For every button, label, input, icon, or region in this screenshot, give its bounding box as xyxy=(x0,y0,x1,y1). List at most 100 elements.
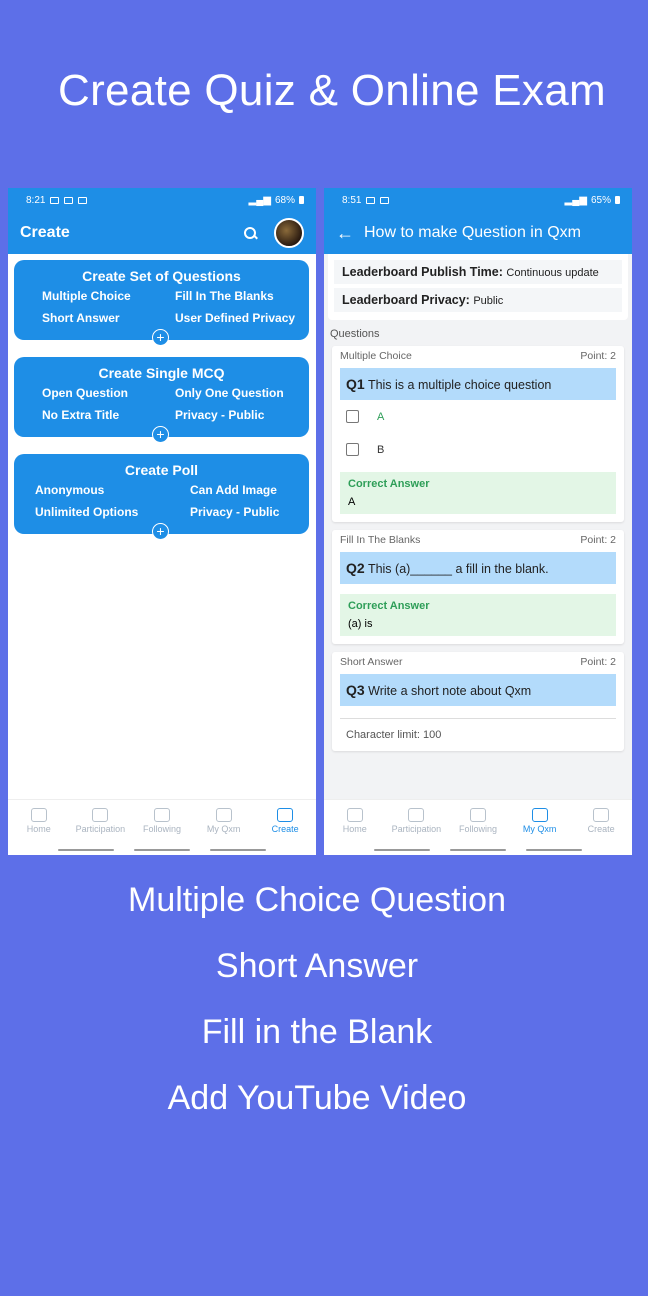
edit-icon xyxy=(593,808,610,822)
status-time: 8:51 xyxy=(342,194,362,206)
nav-create[interactable]: Create xyxy=(571,800,631,843)
card-feature: Anonymous xyxy=(35,483,105,497)
option-row[interactable]: A xyxy=(340,400,616,429)
info-value: Public xyxy=(473,295,504,307)
participation-icon xyxy=(408,808,425,822)
questions-label: Questions xyxy=(330,328,380,340)
nav-label: Following xyxy=(142,824,181,834)
battery-percent: 68% xyxy=(274,194,295,206)
create-screen: 8:21 ▂▄▆ 68% Create Create Set of Questi… xyxy=(8,188,316,855)
card-feature: Unlimited Options xyxy=(35,505,139,519)
create-single-mcq-card[interactable]: Create Single MCQ Open Question Only One… xyxy=(14,357,309,443)
following-icon xyxy=(153,808,170,822)
nav-label: Participation xyxy=(75,824,126,834)
question-card: Short Answer Point: 2 Q3 Write a short n… xyxy=(332,652,624,751)
plus-icon[interactable]: + xyxy=(152,329,169,346)
bottom-nav: Home Participation Following My Qxm Crea… xyxy=(324,799,632,843)
question-point: Point: 2 xyxy=(580,534,616,546)
checkbox[interactable] xyxy=(346,410,359,423)
nav-create[interactable]: Create xyxy=(255,800,315,843)
notification-icon xyxy=(380,196,390,204)
create-poll-card[interactable]: Create Poll Anonymous Can Add Image Unli… xyxy=(14,454,309,540)
back-arrow-icon[interactable]: ← xyxy=(336,223,354,244)
option-row[interactable]: B xyxy=(340,429,616,462)
headline: Create Quiz & Online Exam xyxy=(58,66,606,115)
info-label: Leaderboard Privacy: xyxy=(342,293,470,307)
layers-icon xyxy=(215,808,232,822)
question-number: Q3 xyxy=(346,682,365,698)
nav-label: Create xyxy=(271,824,299,834)
participation-icon xyxy=(92,808,109,822)
edit-icon xyxy=(277,808,294,822)
nav-my-qxm[interactable]: My Qxm xyxy=(510,800,570,843)
signal-icon: ▂▄▆ xyxy=(248,194,271,206)
card-feature: Short Answer xyxy=(42,311,120,325)
status-bar: 8:51 ▂▄▆ 65% xyxy=(324,188,632,212)
card-feature: Multiple Choice xyxy=(42,289,131,303)
info-row: Leaderboard Publish Time: Continuous upd… xyxy=(334,260,622,284)
nav-label: Participation xyxy=(391,824,442,834)
question-detail-screen: 8:51 ▂▄▆ 65% ← How to make Question in Q… xyxy=(324,188,632,855)
bottom-nav: Home Participation Following My Qxm Crea… xyxy=(8,799,316,843)
feature-item: Multiple Choice Question xyxy=(128,881,506,919)
layers-icon xyxy=(531,808,548,822)
nav-label: My Qxm xyxy=(522,824,557,834)
feature-item: Short Answer xyxy=(215,947,419,985)
nav-label: Home xyxy=(342,824,367,834)
notification-icon xyxy=(50,196,60,204)
nav-following[interactable]: Following xyxy=(448,800,508,843)
info-row: Leaderboard Privacy: Public xyxy=(334,288,622,312)
nav-label: Create xyxy=(587,824,615,834)
status-bar: 8:21 ▂▄▆ 68% xyxy=(8,188,316,212)
checkbox[interactable] xyxy=(346,443,359,456)
question-card: Multiple Choice Point: 2 Q1 This is a mu… xyxy=(332,346,624,522)
plus-icon[interactable]: + xyxy=(152,523,169,540)
page-title: Create xyxy=(20,224,70,241)
feature-list: Multiple Choice Question Short Answer Fi… xyxy=(0,880,634,1144)
battery-icon xyxy=(299,196,304,204)
question-text: This (a)______ a fill in the blank. xyxy=(367,562,549,576)
question-title: Q2 This (a)______ a fill in the blank. xyxy=(340,552,616,584)
info-label: Leaderboard Publish Time: xyxy=(342,265,503,279)
card-feature: Fill In The Blanks xyxy=(175,289,274,303)
page-title: How to make Question in Qxm xyxy=(364,224,581,241)
card-feature: Privacy - Public xyxy=(175,408,265,422)
question-title: Q1 This is a multiple choice question xyxy=(340,368,616,400)
create-set-card[interactable]: Create Set of Questions Multiple Choice … xyxy=(14,260,309,346)
nav-home[interactable]: Home xyxy=(325,800,385,843)
plus-icon[interactable]: + xyxy=(152,426,169,443)
question-list[interactable]: Leaderboard Publish Time: Continuous upd… xyxy=(324,254,632,799)
question-point: Point: 2 xyxy=(580,656,616,668)
nav-participation[interactable]: Participation xyxy=(386,800,446,843)
correct-answer-label: Correct Answer xyxy=(348,478,430,490)
nav-home[interactable]: Home xyxy=(9,800,69,843)
search-icon[interactable] xyxy=(240,223,260,243)
card-feature: Only One Question xyxy=(175,386,284,400)
gesture-bar xyxy=(324,849,632,851)
card-feature: User Defined Privacy xyxy=(175,311,296,325)
card-title: Create Set of Questions xyxy=(82,268,241,284)
notification-icon xyxy=(78,196,88,204)
correct-answer-value: A xyxy=(348,496,356,508)
nav-label: Home xyxy=(26,824,51,834)
avatar[interactable] xyxy=(274,218,304,248)
card-feature: No Extra Title xyxy=(42,408,120,422)
nav-participation[interactable]: Participation xyxy=(70,800,130,843)
correct-answer-box: Correct Answer (a) is xyxy=(340,594,616,636)
card-feature: Can Add Image xyxy=(190,483,277,497)
nav-my-qxm[interactable]: My Qxm xyxy=(194,800,254,843)
character-limit: Character limit: 100 xyxy=(340,718,616,743)
app-bar: Create xyxy=(8,212,316,254)
question-type: Multiple Choice xyxy=(340,350,412,362)
question-title: Q3 Write a short note about Qxm xyxy=(340,674,616,706)
nav-label: My Qxm xyxy=(206,824,241,834)
gallery-icon xyxy=(64,196,74,204)
question-number: Q2 xyxy=(346,560,365,576)
option-label: B xyxy=(377,443,385,456)
question-type: Short Answer xyxy=(340,656,403,668)
leaderboard-info: Leaderboard Publish Time: Continuous upd… xyxy=(328,254,628,320)
feature-item: Add YouTube Video xyxy=(167,1079,467,1117)
nav-following[interactable]: Following xyxy=(132,800,192,843)
question-card: Fill In The Blanks Point: 2 Q2 This (a)_… xyxy=(332,530,624,644)
correct-answer-label: Correct Answer xyxy=(348,600,430,612)
